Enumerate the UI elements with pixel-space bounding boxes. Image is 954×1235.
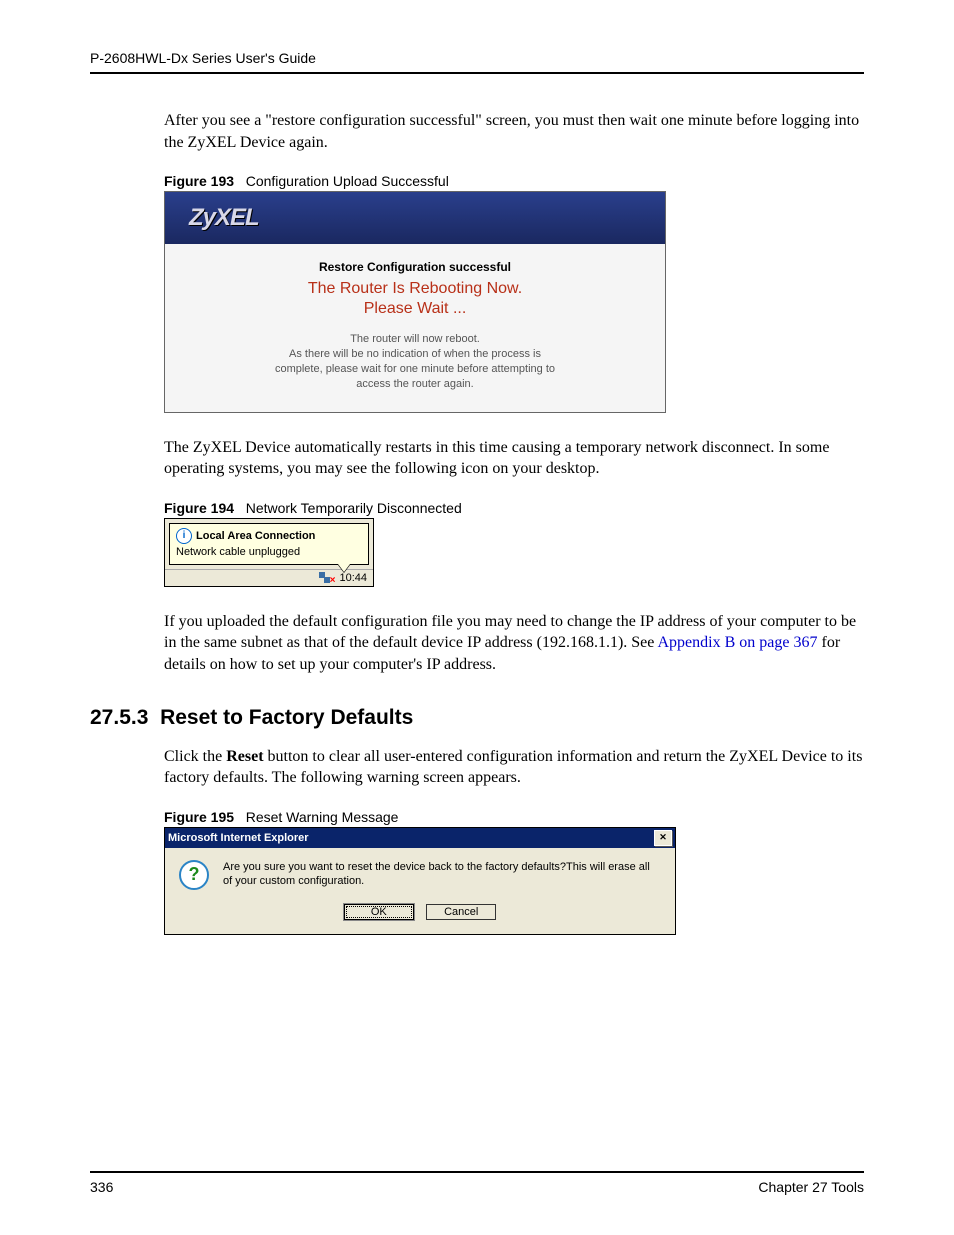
info-icon: i <box>176 528 192 544</box>
figure-caption: Figure 194 Network Temporarily Disconnec… <box>164 500 864 516</box>
dialog-titlebar: Microsoft Internet Explorer ✕ <box>165 828 675 848</box>
balloon-tail <box>338 564 350 572</box>
figure-195-dialog: Microsoft Internet Explorer ✕ ? Are you … <box>164 827 676 935</box>
question-icon: ? <box>179 860 209 890</box>
section-heading: 27.5.3 Reset to Factory Defaults <box>90 706 864 730</box>
paragraph: The ZyXEL Device automatically restarts … <box>164 437 864 480</box>
page-header: P-2608HWL-Dx Series User's Guide <box>90 50 864 74</box>
reboot-message: The router will now reboot. As there wil… <box>185 332 645 391</box>
figure-title: Configuration Upload Successful <box>246 173 449 189</box>
paragraph: If you uploaded the default configuratio… <box>164 611 864 676</box>
close-icon[interactable]: ✕ <box>654 830 672 846</box>
guide-title: P-2608HWL-Dx Series User's Guide <box>90 50 316 66</box>
balloon-title: i Local Area Connection <box>176 528 362 544</box>
figure-caption: Figure 193 Configuration Upload Successf… <box>164 173 864 189</box>
figure-caption: Figure 195 Reset Warning Message <box>164 809 864 825</box>
cancel-button[interactable]: Cancel <box>426 904 496 920</box>
reboot-line: Please Wait ... <box>185 300 645 318</box>
page-number: 336 <box>90 1179 113 1195</box>
network-disconnected-icon: × <box>319 572 333 584</box>
balloon-text: Network cable unplugged <box>176 546 362 558</box>
zyxel-logo: ZyXEL <box>189 204 259 232</box>
figure-193: ZyXEL Restore Configuration successful T… <box>164 191 666 412</box>
figure-title: Network Temporarily Disconnected <box>246 500 462 516</box>
ok-button[interactable]: OK <box>344 904 414 920</box>
figure-label: Figure 193 <box>164 173 234 189</box>
figure-193-body: Restore Configuration successful The Rou… <box>165 244 665 411</box>
notification-balloon: i Local Area Connection Network cable un… <box>169 523 369 565</box>
figure-title: Reset Warning Message <box>246 809 399 825</box>
chapter-label: Chapter 27 Tools <box>758 1179 864 1195</box>
figure-label: Figure 194 <box>164 500 234 516</box>
paragraph: After you see a "restore configuration s… <box>164 110 864 153</box>
appendix-link[interactable]: Appendix B on page 367 <box>658 634 818 651</box>
dialog-title: Microsoft Internet Explorer <box>168 832 309 844</box>
tray-clock: 10:44 <box>339 572 367 584</box>
figure-label: Figure 195 <box>164 809 234 825</box>
paragraph: Click the Reset button to clear all user… <box>164 746 864 789</box>
restore-success-heading: Restore Configuration successful <box>185 260 645 274</box>
reboot-line: The Router Is Rebooting Now. <box>185 280 645 298</box>
figure-194: i Local Area Connection Network cable un… <box>164 518 374 587</box>
dialog-body: ? Are you sure you want to reset the dev… <box>165 848 675 894</box>
dialog-button-row: OK Cancel <box>165 894 675 934</box>
page-footer: 336 Chapter 27 Tools <box>90 1171 864 1195</box>
zyxel-banner: ZyXEL <box>165 192 665 244</box>
dialog-message: Are you sure you want to reset the devic… <box>223 860 661 889</box>
